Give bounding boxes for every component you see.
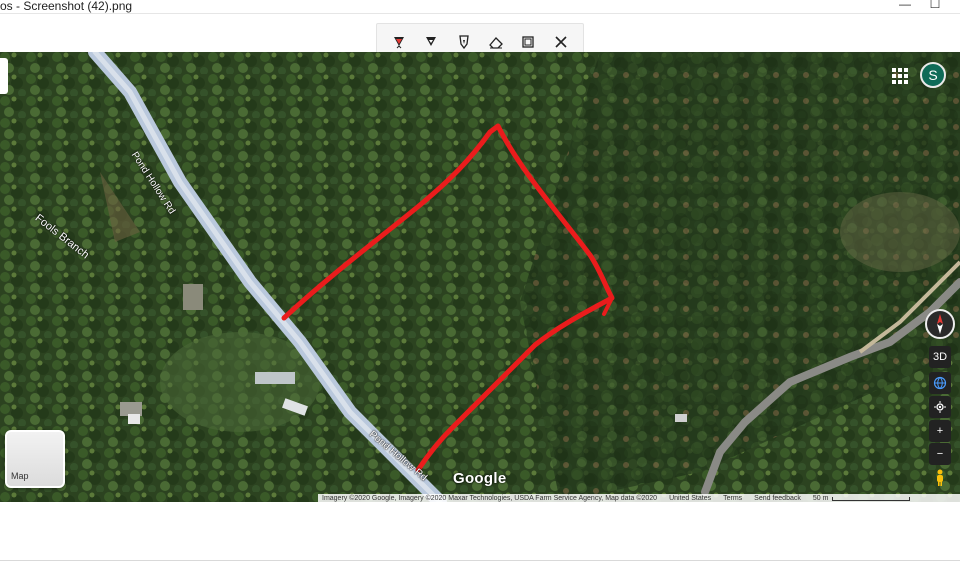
google-logo: Google xyxy=(453,470,507,487)
imagery-attribution: Imagery ©2020 Google, Imagery ©2020 Maxa… xyxy=(322,495,658,502)
scale-bar[interactable]: 50 m xyxy=(813,495,911,502)
crop-icon xyxy=(522,36,535,48)
highlighter-icon xyxy=(459,35,469,50)
tilt-3d-button[interactable]: 3D xyxy=(929,346,951,368)
send-feedback-link[interactable]: Send feedback xyxy=(754,495,801,502)
pencil-icon xyxy=(426,37,437,46)
satellite-imagery xyxy=(0,52,960,502)
map-layer-label: Map xyxy=(11,471,29,481)
map-layer-toggle[interactable]: Map xyxy=(5,430,65,488)
scale-bar-line xyxy=(832,496,911,501)
my-location-button[interactable] xyxy=(929,396,951,418)
satellite-map[interactable]: Pond Hollow Rd Pond Hollow Rd Fools Bran… xyxy=(0,52,960,502)
bottom-divider xyxy=(0,560,960,561)
image-canvas-margin xyxy=(0,503,960,565)
globe-view-button[interactable] xyxy=(929,372,951,394)
close-icon xyxy=(555,36,567,48)
window-titlebar: os - Screenshot (42).png — ☐ xyxy=(0,0,960,14)
compass-icon xyxy=(937,314,943,334)
side-panel-toggle[interactable] xyxy=(0,58,8,94)
account-avatar[interactable]: S xyxy=(920,62,946,88)
window-title: os - Screenshot (42).png xyxy=(0,0,133,13)
location-target-icon xyxy=(934,401,946,413)
ballpoint-pen-icon xyxy=(394,37,405,49)
scale-label: 50 m xyxy=(812,495,829,502)
attribution-bar: Imagery ©2020 Google, Imagery ©2020 Maxa… xyxy=(318,494,960,503)
street-view-pegman[interactable] xyxy=(929,467,951,489)
globe-icon xyxy=(933,376,947,390)
terms-link[interactable]: Terms xyxy=(723,495,742,502)
compass-button[interactable] xyxy=(925,309,955,339)
country-label[interactable]: United States xyxy=(669,495,711,502)
google-apps-button[interactable] xyxy=(890,66,908,84)
minimize-button[interactable]: — xyxy=(895,0,915,11)
zoom-out-button[interactable]: − xyxy=(929,443,951,465)
zoom-in-button[interactable]: + xyxy=(929,420,951,442)
maximize-button[interactable]: ☐ xyxy=(925,0,945,11)
eraser-icon xyxy=(489,37,504,49)
pegman-icon xyxy=(937,469,943,486)
